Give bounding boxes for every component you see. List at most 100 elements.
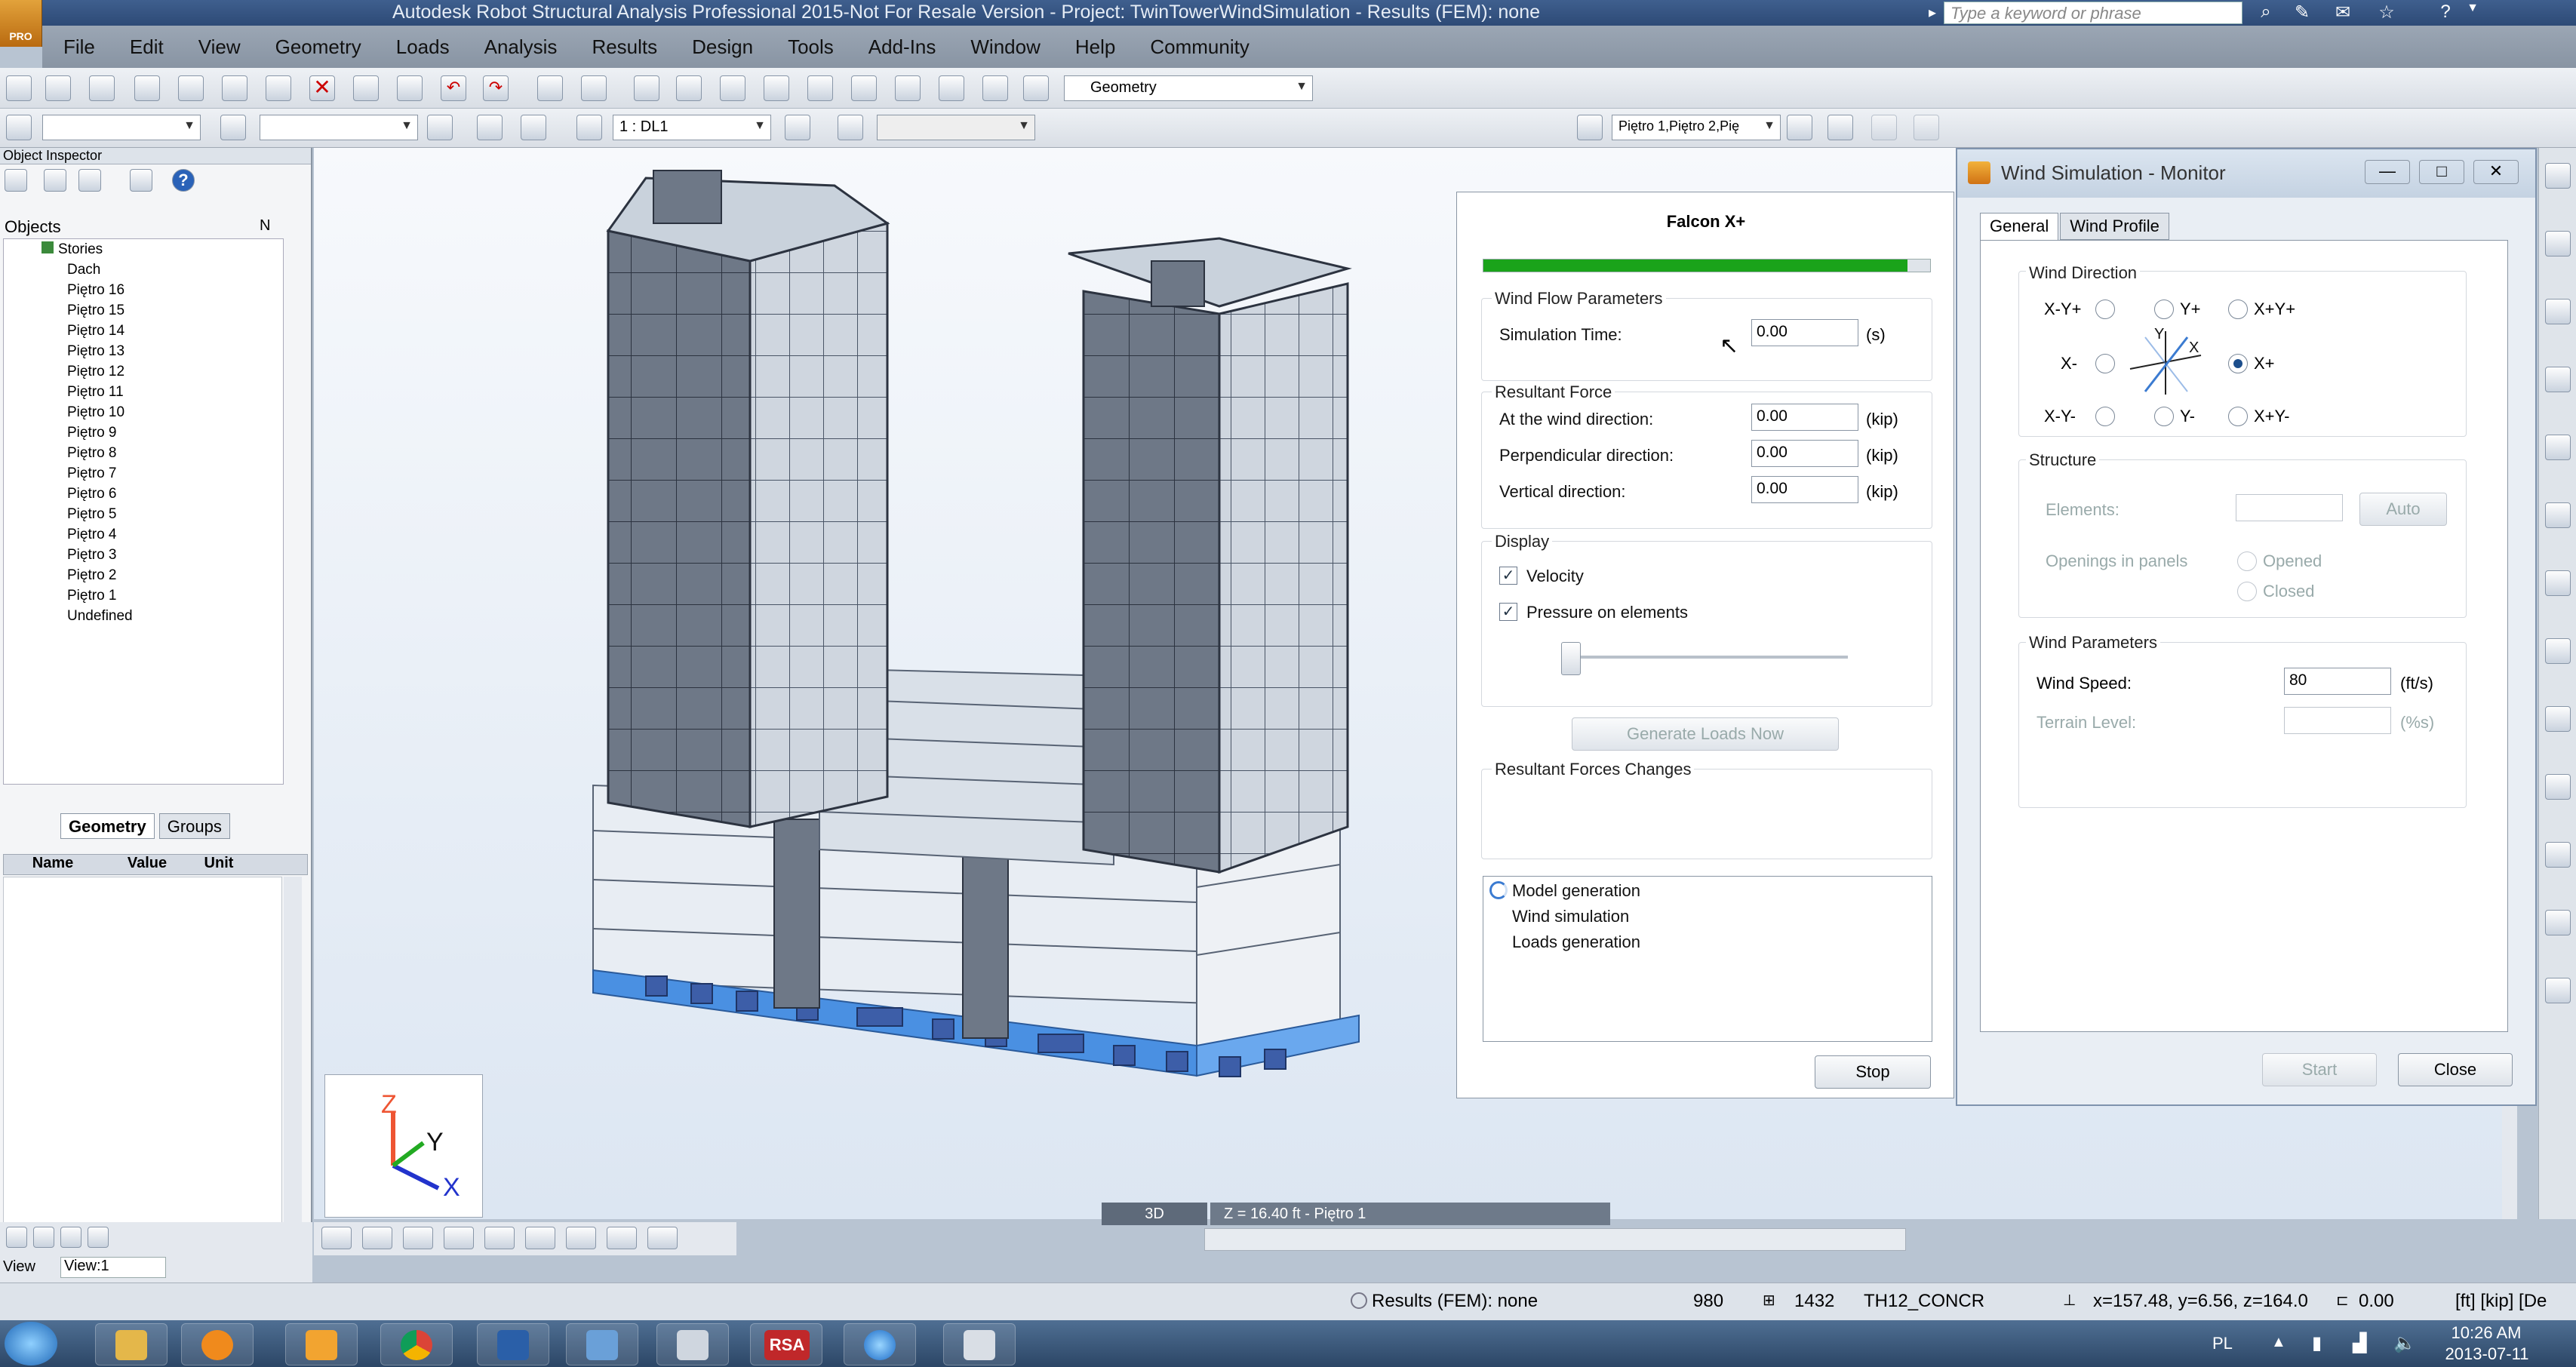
pressure-checkbox[interactable]: ✓: [1499, 603, 1517, 621]
tree-item[interactable]: Piętro 15: [4, 300, 283, 321]
story-tab[interactable]: Z = 16.40 ft - Piętro 1: [1210, 1203, 1610, 1225]
tool-icon[interactable]: [2545, 570, 2571, 596]
story-down-icon[interactable]: [1914, 115, 1939, 140]
close-window-button[interactable]: ✕: [2473, 160, 2519, 184]
taskbar-robot[interactable]: RSA: [750, 1323, 822, 1365]
force-wind-field[interactable]: 0.00: [1751, 404, 1858, 431]
dir-xm-yp-radio[interactable]: [2095, 300, 2115, 319]
help-icon[interactable]: ?: [2434, 2, 2457, 24]
selection-type-combo[interactable]: [260, 115, 418, 140]
settings-icon[interactable]: [982, 75, 1008, 101]
display-tool-icon[interactable]: [525, 1227, 555, 1249]
screen-capture-icon[interactable]: [266, 75, 291, 101]
tray-volume-icon[interactable]: 🔈: [2393, 1332, 2416, 1354]
tree-item[interactable]: Piętro 11: [4, 382, 283, 402]
tool-icon[interactable]: [2545, 163, 2571, 189]
tray-network-icon[interactable]: ▟: [2353, 1332, 2366, 1354]
load-case-combo[interactable]: 1 : DL1: [613, 115, 771, 140]
view-icon[interactable]: [477, 115, 503, 140]
zoom-window-icon[interactable]: [720, 75, 745, 101]
select-icon[interactable]: [6, 115, 32, 140]
find-icon[interactable]: [130, 169, 152, 192]
display-tool-icon[interactable]: [566, 1227, 596, 1249]
display-icon[interactable]: [521, 115, 546, 140]
dir-ym-radio[interactable]: [2154, 407, 2174, 426]
force-perp-field[interactable]: 0.00: [1751, 440, 1858, 467]
help-dropdown-icon[interactable]: ▼: [2461, 2, 2484, 24]
display-tool-icon[interactable]: [647, 1227, 678, 1249]
layout-combo[interactable]: Geometry: [1064, 75, 1313, 101]
start-button[interactable]: Start: [2262, 1053, 2377, 1086]
stop-button[interactable]: Stop: [1815, 1055, 1931, 1089]
auto-button[interactable]: Auto: [2359, 493, 2447, 526]
print-icon[interactable]: [134, 75, 160, 101]
menu-analysis[interactable]: Analysis: [484, 35, 558, 59]
wind-speed-field[interactable]: 80: [2284, 668, 2391, 695]
filter-icon[interactable]: [5, 169, 27, 192]
menu-geometry[interactable]: Geometry: [275, 35, 361, 59]
search-arrow-icon[interactable]: ▸: [1929, 3, 1936, 22]
pressure-slider-thumb[interactable]: [1561, 642, 1581, 675]
save-icon[interactable]: [89, 75, 115, 101]
close-button[interactable]: Close: [2398, 1053, 2513, 1086]
layout-selection-icon[interactable]: [1023, 75, 1049, 101]
communication-icon[interactable]: ✉: [2332, 2, 2354, 24]
print-preview-icon[interactable]: [178, 75, 204, 101]
clear-filter-icon[interactable]: [78, 169, 101, 192]
stories-combo[interactable]: Piętro 1,Piętro 2,Pię: [1612, 115, 1781, 140]
taskbar-chrome[interactable]: [380, 1323, 453, 1365]
tray-device-icon[interactable]: ▮: [2312, 1332, 2322, 1354]
tool-icon[interactable]: [2545, 231, 2571, 257]
taskbar-app[interactable]: [943, 1323, 1016, 1365]
menu-loads[interactable]: Loads: [396, 35, 450, 59]
story-help-icon[interactable]: [1827, 115, 1853, 140]
taskbar-explorer[interactable]: [95, 1323, 168, 1365]
tool-icon[interactable]: [2545, 367, 2571, 392]
zoom-icon[interactable]: [676, 75, 702, 101]
tool-icon[interactable]: [2545, 842, 2571, 868]
taskbar-media[interactable]: [181, 1323, 254, 1365]
tree-item[interactable]: Undefined: [4, 606, 283, 626]
nodes-icon[interactable]: [807, 75, 833, 101]
menu-design[interactable]: Design: [692, 35, 753, 59]
dir-xp-ym-radio[interactable]: [2228, 407, 2248, 426]
taskbar-presentation[interactable]: [656, 1323, 729, 1365]
app-logo[interactable]: PRO: [0, 0, 42, 47]
delete-icon[interactable]: ✕: [309, 75, 335, 101]
view-tool-icon[interactable]: [6, 1227, 27, 1248]
mode-icon[interactable]: [785, 115, 810, 140]
info-icon[interactable]: ?: [172, 169, 195, 192]
taskbar-network[interactable]: [566, 1323, 638, 1365]
tree-item[interactable]: Piętro 2: [4, 565, 283, 585]
tree-item[interactable]: Piętro 1: [4, 585, 283, 606]
tool-icon[interactable]: [2545, 502, 2571, 528]
story-manager-icon[interactable]: [1787, 115, 1812, 140]
bars-icon[interactable]: [851, 75, 877, 101]
dir-xm-ym-radio[interactable]: [2095, 407, 2115, 426]
view-field[interactable]: View:1: [60, 1257, 166, 1278]
view-tool-icon[interactable]: [60, 1227, 81, 1248]
display-tool-icon[interactable]: [403, 1227, 433, 1249]
display-tool-icon[interactable]: [484, 1227, 515, 1249]
load-icon[interactable]: [838, 115, 863, 140]
view-tool-icon[interactable]: [33, 1227, 54, 1248]
tree-item[interactable]: Piętro 5: [4, 504, 283, 524]
elements-field[interactable]: [2236, 494, 2343, 521]
tool-icon[interactable]: [2545, 638, 2571, 664]
copy-icon[interactable]: [353, 75, 379, 101]
page-setup-icon[interactable]: [222, 75, 247, 101]
tree-item[interactable]: Piętro 4: [4, 524, 283, 545]
generate-loads-button[interactable]: Generate Loads Now: [1572, 717, 1839, 751]
story-up-icon[interactable]: [1871, 115, 1897, 140]
force-vert-field[interactable]: 0.00: [1751, 476, 1858, 503]
units-display[interactable]: [ft] [kip] [De: [2455, 1291, 2547, 1312]
paste-icon[interactable]: [397, 75, 423, 101]
tool-icon[interactable]: [2545, 299, 2571, 324]
tools-icon[interactable]: ✎: [2291, 2, 2313, 24]
horizontal-scrollbar[interactable]: [1204, 1228, 1906, 1251]
lock-icon[interactable]: [634, 75, 659, 101]
menu-window[interactable]: Window: [970, 35, 1040, 59]
view-mode-tab[interactable]: 3D: [1102, 1203, 1207, 1225]
tool-icon[interactable]: [2545, 910, 2571, 935]
select-case-icon[interactable]: [220, 115, 246, 140]
